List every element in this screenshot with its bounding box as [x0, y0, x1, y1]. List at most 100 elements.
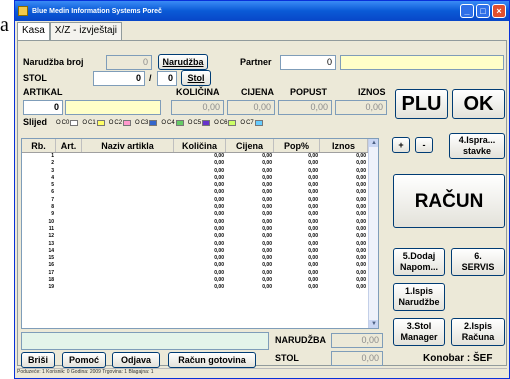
artikal-code-field[interactable]: 0 [23, 100, 63, 115]
table-row[interactable]: 7 0,00 0,00 0,00 0,00 [22, 197, 378, 204]
column-header[interactable]: Rb. [22, 139, 56, 152]
table-row[interactable]: 14 0,00 0,00 0,00 0,00 [22, 248, 378, 255]
table-cell: 0,00 [308, 269, 318, 276]
column-header[interactable]: Pop% [274, 139, 320, 152]
minimize-icon[interactable]: _ [460, 4, 474, 18]
radio-icon[interactable]: O [161, 120, 166, 126]
radio-icon[interactable]: O [82, 120, 87, 126]
table-row[interactable]: 9 0,00 0,00 0,00 0,00 [22, 211, 378, 218]
table-cell [56, 211, 82, 218]
stol-button[interactable]: Stol [181, 70, 211, 86]
slijed-option[interactable]: O C1 [82, 120, 105, 126]
table-row[interactable]: 3 0,00 0,00 0,00 0,00 [22, 168, 378, 175]
table-cell: 0,00 [262, 211, 272, 218]
scroll-down-icon[interactable]: ▼ [369, 320, 378, 328]
ispis-racuna-button[interactable]: 2.Ispis Računa [451, 318, 505, 346]
column-header[interactable]: Količina [174, 139, 226, 152]
table-row[interactable]: 1 0,00 0,00 0,00 0,00 [22, 153, 378, 160]
title-bar[interactable]: Blue Medin Information Systems Poreč _ □… [15, 1, 509, 21]
ok-button[interactable]: OK [452, 89, 505, 119]
table-cell: 0,00 [356, 255, 366, 262]
dodaj-napomenu-button[interactable]: 5.Dodaj Napom... [393, 248, 445, 276]
kolicina-label: KOLIČINA [176, 87, 220, 97]
table-row[interactable]: 13 0,00 0,00 0,00 0,00 [22, 241, 378, 248]
odjava-button[interactable]: Odjava [112, 352, 160, 368]
table-cell: 0,00 [356, 153, 366, 159]
table-scrollbar[interactable]: ▲ ▼ [368, 139, 378, 328]
table-row[interactable]: 10 0,00 0,00 0,00 0,00 [22, 219, 378, 226]
table-cell [56, 182, 82, 189]
table-row[interactable]: 18 0,00 0,00 0,00 0,00 [22, 277, 378, 284]
radio-icon[interactable]: O [109, 120, 114, 126]
plu-button[interactable]: PLU [395, 89, 448, 119]
table-row[interactable]: 15 0,00 0,00 0,00 0,00 [22, 255, 378, 262]
scroll-up-icon[interactable]: ▲ [369, 139, 378, 147]
table-row[interactable]: 11 0,00 0,00 0,00 0,00 [22, 226, 378, 233]
table-cell: 0,00 [214, 255, 224, 262]
table-cell [82, 226, 174, 233]
ispis-narudzbe-button[interactable]: 1.Ispis Narudžbe [393, 283, 445, 311]
table-cell [82, 175, 174, 182]
note-field[interactable] [21, 332, 269, 350]
table-cell: 0,00 [262, 153, 272, 159]
tab-xz-izvjestaji[interactable]: X/Z - izvještaji [49, 22, 123, 40]
table-row[interactable]: 16 0,00 0,00 0,00 0,00 [22, 262, 378, 269]
table-row[interactable]: 5 0,00 0,00 0,00 0,00 [22, 182, 378, 189]
close-icon[interactable]: × [492, 4, 506, 18]
table-cell: 0,00 [308, 211, 318, 218]
color-swatch [254, 120, 263, 126]
slijed-option[interactable]: O C5 [188, 120, 211, 126]
column-header[interactable]: Cijena [226, 139, 274, 152]
tab-kasa[interactable]: Kasa [17, 22, 50, 40]
stol-manager-button[interactable]: 3.Stol Manager [393, 318, 445, 346]
maximize-icon[interactable]: □ [476, 4, 490, 18]
radio-icon[interactable]: O [56, 120, 61, 126]
table-row[interactable]: 19 0,00 0,00 0,00 0,00 [22, 284, 378, 291]
slijed-option[interactable]: O C6 [214, 120, 237, 126]
partner-name-field[interactable] [340, 55, 504, 70]
table-row[interactable]: 12 0,00 0,00 0,00 0,00 [22, 233, 378, 240]
radio-icon[interactable]: O [135, 120, 140, 126]
plus-button[interactable]: + [392, 137, 410, 153]
table-row[interactable]: 8 0,00 0,00 0,00 0,00 [22, 204, 378, 211]
radio-icon[interactable]: O [188, 120, 193, 126]
table-cell: 0,00 [356, 284, 366, 291]
table-row[interactable]: 6 0,00 0,00 0,00 0,00 [22, 189, 378, 196]
color-swatch [123, 120, 132, 126]
table-row[interactable]: 17 0,00 0,00 0,00 0,00 [22, 270, 378, 277]
servis-button[interactable]: 6. SERVIS [451, 248, 505, 276]
table-cell: 4 [51, 174, 54, 181]
slijed-option[interactable]: O C4 [161, 120, 184, 126]
slijed-option[interactable]: O C3 [135, 120, 158, 126]
slijed-option[interactable]: O C2 [109, 120, 132, 126]
column-header[interactable]: Naziv artikla [82, 139, 174, 152]
racun-gotovina-button[interactable]: Račun gotovina [168, 352, 256, 368]
kolicina-field[interactable]: 0,00 [171, 100, 224, 115]
narudzba-button[interactable]: Narudžba [158, 54, 208, 70]
radio-icon[interactable]: O [214, 120, 219, 126]
table-cell: 0,00 [262, 167, 272, 174]
radio-icon[interactable]: O [240, 120, 245, 126]
pomoc-button[interactable]: Pomoć [62, 352, 106, 368]
artikal-name-field[interactable] [65, 100, 161, 115]
partner-field[interactable]: 0 [280, 55, 336, 70]
table-cell: 15 [48, 255, 54, 262]
table-cell: 10 [48, 218, 54, 225]
stol-field[interactable]: 0 [93, 71, 145, 86]
brisi-button[interactable]: Briši [21, 352, 55, 368]
popust-field[interactable]: 0,00 [278, 100, 332, 115]
ispravak-stavke-button[interactable]: 4.Ispra... stavke [449, 133, 505, 159]
table-row[interactable]: 4 0,00 0,00 0,00 0,00 [22, 175, 378, 182]
slijed-option[interactable]: O C7 [240, 120, 263, 126]
column-header[interactable]: Iznos [320, 139, 368, 152]
column-header[interactable]: Art. [56, 139, 82, 152]
slijed-option[interactable]: O C0 [56, 120, 79, 126]
table-cell [56, 241, 82, 248]
stol-sub-field[interactable]: 0 [157, 71, 177, 86]
cijena-field[interactable]: 0,00 [227, 100, 275, 115]
minus-button[interactable]: - [415, 137, 433, 153]
table-row[interactable]: 2 0,00 0,00 0,00 0,00 [22, 160, 378, 167]
table-cell [82, 204, 174, 211]
racun-button[interactable]: RAČUN [393, 174, 505, 228]
order-items-table[interactable]: Rb. Art. Naziv artikla Količina Cijena Pop% Iz… [21, 138, 379, 329]
